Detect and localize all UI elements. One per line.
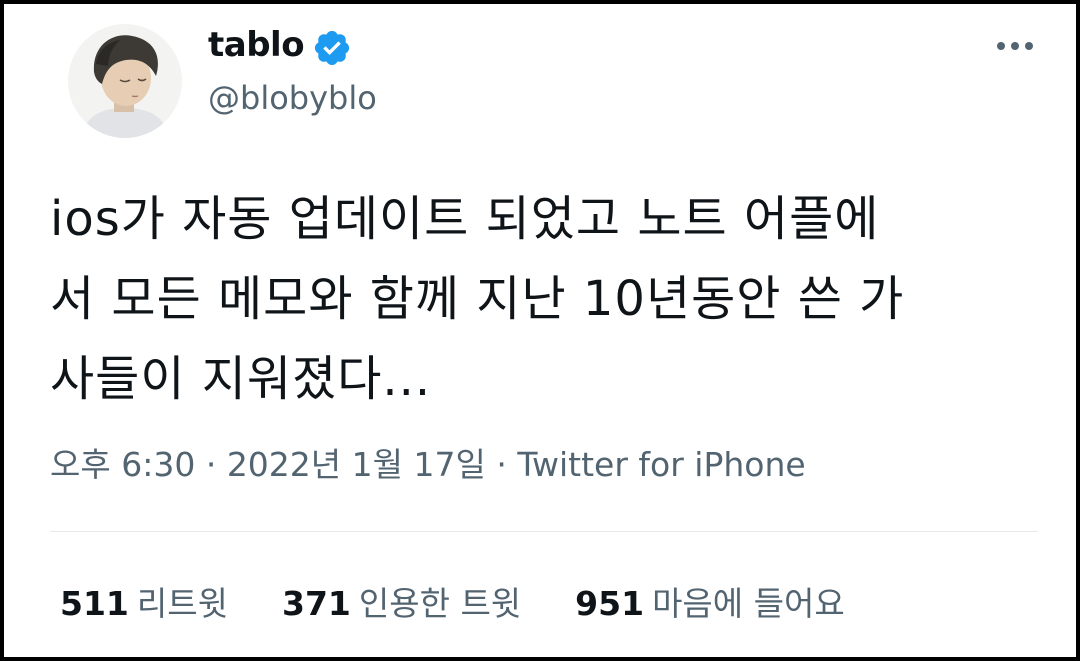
tweet-text-line: ios가 자동 업데이트 되었고 노트 어플에 [50,191,880,247]
quote-tweets-count: 371 [281,584,351,623]
display-name[interactable]: tablo [208,24,305,66]
tweet-card: tablo @blobyblo ios가 자동 업데이트 되었고 노트 어플에 … [0,0,1080,661]
meta-separator: · [195,445,227,484]
user-handle[interactable]: @blobyblo [208,78,377,118]
avatar[interactable] [68,24,182,138]
tweet-text: ios가 자동 업데이트 되었고 노트 어플에 서 모든 메모와 함께 지난 1… [50,179,1040,419]
tweet-source[interactable]: Twitter for iPhone [517,445,805,484]
more-horizontal-icon[interactable] [992,26,1038,66]
likes-label: 마음에 들어요 [652,584,845,623]
verified-badge-icon [314,30,350,66]
quote-tweets-stat[interactable]: 371 인용한 트윗 [282,582,521,626]
likes-stat[interactable]: 951 마음에 들어요 [575,582,845,626]
tweet-text-line: 서 모든 메모와 함께 지난 10년동안 쓴 가 [50,271,905,327]
retweets-stat[interactable]: 511 리트윗 [60,582,228,626]
meta-separator: · [485,445,518,484]
retweets-count: 511 [60,584,129,623]
avatar-image [68,24,182,138]
tweet-metadata: 오후 6:30 · 2022년 1월 17일 · Twitter for iPh… [50,444,806,486]
quote-tweets-label: 인용한 트윗 [358,584,522,623]
likes-count: 951 [575,584,645,623]
divider [50,531,1038,532]
tweet-date[interactable]: 2022년 1월 17일 [227,445,486,484]
engagement-stats: 511 리트윗 371 인용한 트윗 951 마음에 들어요 [60,582,899,626]
tweet-text-line: 사들이 지워졌다... [50,351,432,407]
retweets-label: 리트윗 [136,584,228,623]
tweet-time[interactable]: 오후 6:30 [50,445,195,484]
